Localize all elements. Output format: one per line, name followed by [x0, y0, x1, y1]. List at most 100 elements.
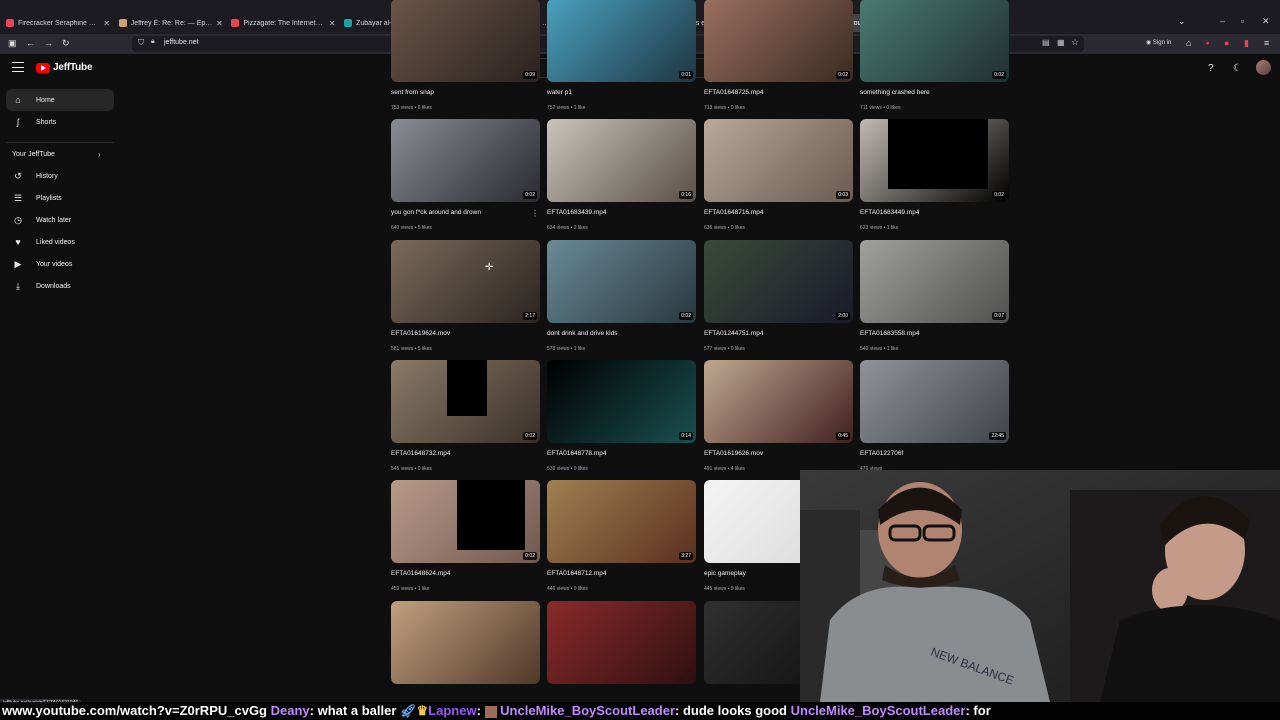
video-duration: 3:27 — [679, 552, 693, 560]
video-thumbnail[interactable]: 0:09 — [391, 0, 540, 82]
video-title[interactable]: dont drink and drive kids — [547, 330, 617, 337]
your-jefftube-heading[interactable]: Your JeffTube — [12, 151, 55, 158]
video-stats: 753 views • 6 likes — [391, 105, 432, 111]
video-thumbnail[interactable]: 0:16 — [547, 119, 696, 202]
chat-username: UncleMike_BoyScoutLeader — [500, 703, 676, 718]
forward-icon[interactable]: → — [44, 38, 53, 48]
mouse-cursor-icon: ✛ — [485, 262, 494, 273]
reader-view-icon[interactable]: ▤ — [1042, 38, 1050, 47]
extension-record-icon[interactable]: ● — [1224, 38, 1229, 48]
video-title[interactable]: EFTA01648712.mp4 — [547, 570, 607, 577]
jefftube-logo[interactable]: JeffTube — [36, 62, 93, 73]
video-thumbnail[interactable]: 0:03 — [704, 119, 853, 202]
minimize-icon[interactable]: – — [1220, 16, 1225, 26]
video-title[interactable]: EFTA01619626.mov — [704, 450, 763, 457]
reload-icon[interactable]: ↻ — [62, 38, 70, 49]
close-tab-icon[interactable]: ✕ — [103, 19, 110, 28]
lock-icon[interactable]: 🔒︎ — [151, 38, 155, 46]
sidebar-item-history[interactable]: ↺ History — [6, 165, 114, 187]
close-tab-icon[interactable]: ✕ — [216, 19, 223, 28]
crown-icon: ♛ — [416, 703, 429, 718]
sidebar-item-home[interactable]: ⌂ Home — [6, 89, 114, 111]
sidebar-item-liked-videos[interactable]: ♥ Liked videos — [6, 231, 114, 253]
video-thumbnail[interactable]: 0:01 — [547, 0, 696, 82]
video-thumbnail[interactable]: 22:45 — [860, 360, 1009, 443]
video-duration: 0:07 — [992, 312, 1006, 320]
video-thumbnail[interactable]: 2:00 — [704, 240, 853, 323]
video-thumbnail[interactable]: 2:17 — [391, 240, 540, 323]
video-title[interactable]: EFTA01683439.mp4 — [547, 209, 607, 216]
video-stats: 549 views • 1 like — [860, 346, 899, 352]
video-thumbnail[interactable]: 0:02 — [547, 240, 696, 323]
sidebar-toggle-icon[interactable]: ▣ — [8, 38, 17, 49]
avatar[interactable] — [1256, 60, 1271, 75]
help-icon[interactable]: ? — [1208, 63, 1214, 74]
video-title[interactable]: EFTA0122706f — [860, 450, 903, 457]
tab-list-icon[interactable]: ⌄ — [1178, 16, 1186, 27]
sidebar-item-shorts[interactable]: ʃ Shorts — [6, 111, 114, 133]
menu-icon[interactable]: ≡ — [1264, 38, 1269, 48]
video-title[interactable]: EFTA01244751.mp4 — [704, 330, 764, 337]
video-thumbnail[interactable]: 0:07 — [860, 240, 1009, 323]
picture-icon[interactable]: ▦ — [1057, 38, 1065, 47]
browser-tab[interactable]: Firecracker Seraphine Skin Spo✕ — [2, 14, 114, 32]
hamburger-menu-icon[interactable] — [12, 62, 24, 72]
sidebar-item-label: Home — [36, 96, 55, 104]
video-title[interactable]: water p1 — [547, 89, 572, 96]
chat-username: Deany — [270, 703, 310, 718]
video-thumbnail[interactable] — [391, 601, 540, 684]
sidebar-item-downloads[interactable]: ⤓ Downloads — [6, 275, 114, 297]
streamer-webcam: NEW BALANCE — [800, 470, 1280, 702]
maximize-icon[interactable]: ▫ — [1241, 16, 1244, 26]
video-title[interactable]: EFTA01683558.mp4 — [860, 330, 920, 337]
shield-icon[interactable]: ⛉ — [138, 38, 144, 48]
bookmark-star-icon[interactable]: ☆ — [1071, 37, 1079, 48]
video-title[interactable]: EFTA01619624.mov — [391, 330, 450, 337]
video-stats: 459 views • 1 like — [391, 586, 430, 592]
video-thumbnail[interactable]: 0:45 — [704, 360, 853, 443]
video-duration: 0:16 — [679, 191, 693, 199]
video-title[interactable]: EFTA01648778.mp4 — [547, 450, 607, 457]
extensions-icon[interactable]: ⌂ — [1186, 38, 1191, 48]
play-logo-icon — [36, 62, 50, 73]
chat-message: for — [973, 703, 991, 718]
video-thumbnail[interactable]: 0:14 — [547, 360, 696, 443]
video-title[interactable]: EFTA01683449.mp4 — [860, 209, 920, 216]
theme-moon-icon[interactable]: ☾ — [1233, 63, 1242, 74]
video-title[interactable]: epic gameplay — [704, 570, 746, 577]
browser-tab[interactable]: Jeffrey E: Re: Re: — Epstein Em✕ — [115, 14, 227, 32]
video-title[interactable]: EFTA01648725.mp4 — [704, 89, 764, 96]
video-thumbnail[interactable]: 0:02 — [391, 119, 540, 202]
video-duration: 0:02 — [992, 191, 1006, 199]
video-thumbnail[interactable]: 0:02 — [391, 360, 540, 443]
video-title[interactable]: EFTA01648716.mp4 — [704, 209, 764, 216]
browser-sign-in-button[interactable]: ◉ Sign in — [1146, 39, 1171, 46]
playlists-icon: ☰ — [13, 192, 23, 203]
app-name: JeffTube — [53, 62, 93, 73]
extension-icon[interactable]: ▮ — [1244, 38, 1249, 49]
video-thumbnail[interactable]: 3:27 — [547, 480, 696, 563]
video-title[interactable]: EFTA01648624.mp4 — [391, 570, 451, 577]
close-window-icon[interactable]: ✕ — [1262, 16, 1270, 27]
video-thumbnail[interactable]: 0:02 — [704, 0, 853, 82]
close-tab-icon[interactable]: ✕ — [329, 19, 336, 28]
sidebar-item-playlists[interactable]: ☰ Playlists — [6, 187, 114, 209]
video-duration: 0:09 — [523, 71, 537, 79]
video-title[interactable]: something crashed here — [860, 89, 930, 96]
back-icon[interactable]: ← — [26, 38, 35, 48]
sidebar-item-watch-later[interactable]: ◷ Watch later — [6, 209, 114, 231]
video-title[interactable]: sent from snap — [391, 89, 434, 96]
more-options-icon[interactable]: ⋮ — [531, 209, 539, 218]
chevron-right-icon[interactable]: › — [98, 150, 101, 159]
video-thumbnail[interactable] — [547, 601, 696, 684]
extension-red-icon[interactable]: ▪ — [1206, 38, 1209, 48]
video-thumbnail[interactable]: 0:02 — [860, 0, 1009, 82]
video-stats: 711 views • 0 likes — [860, 105, 901, 111]
video-thumbnail[interactable]: 0:02 — [391, 480, 540, 563]
sidebar-item-your-videos[interactable]: ▶ Your videos — [6, 253, 114, 275]
video-title[interactable]: EFTA01648732.mp4 — [391, 450, 451, 457]
video-title[interactable]: you gon f*ck around and drown — [391, 209, 481, 216]
chat-colon: : — [675, 703, 680, 718]
video-thumbnail[interactable]: 0:02 — [860, 119, 1009, 202]
browser-tab[interactable]: Pizzagate: The Internets Darke✕ — [227, 14, 339, 32]
